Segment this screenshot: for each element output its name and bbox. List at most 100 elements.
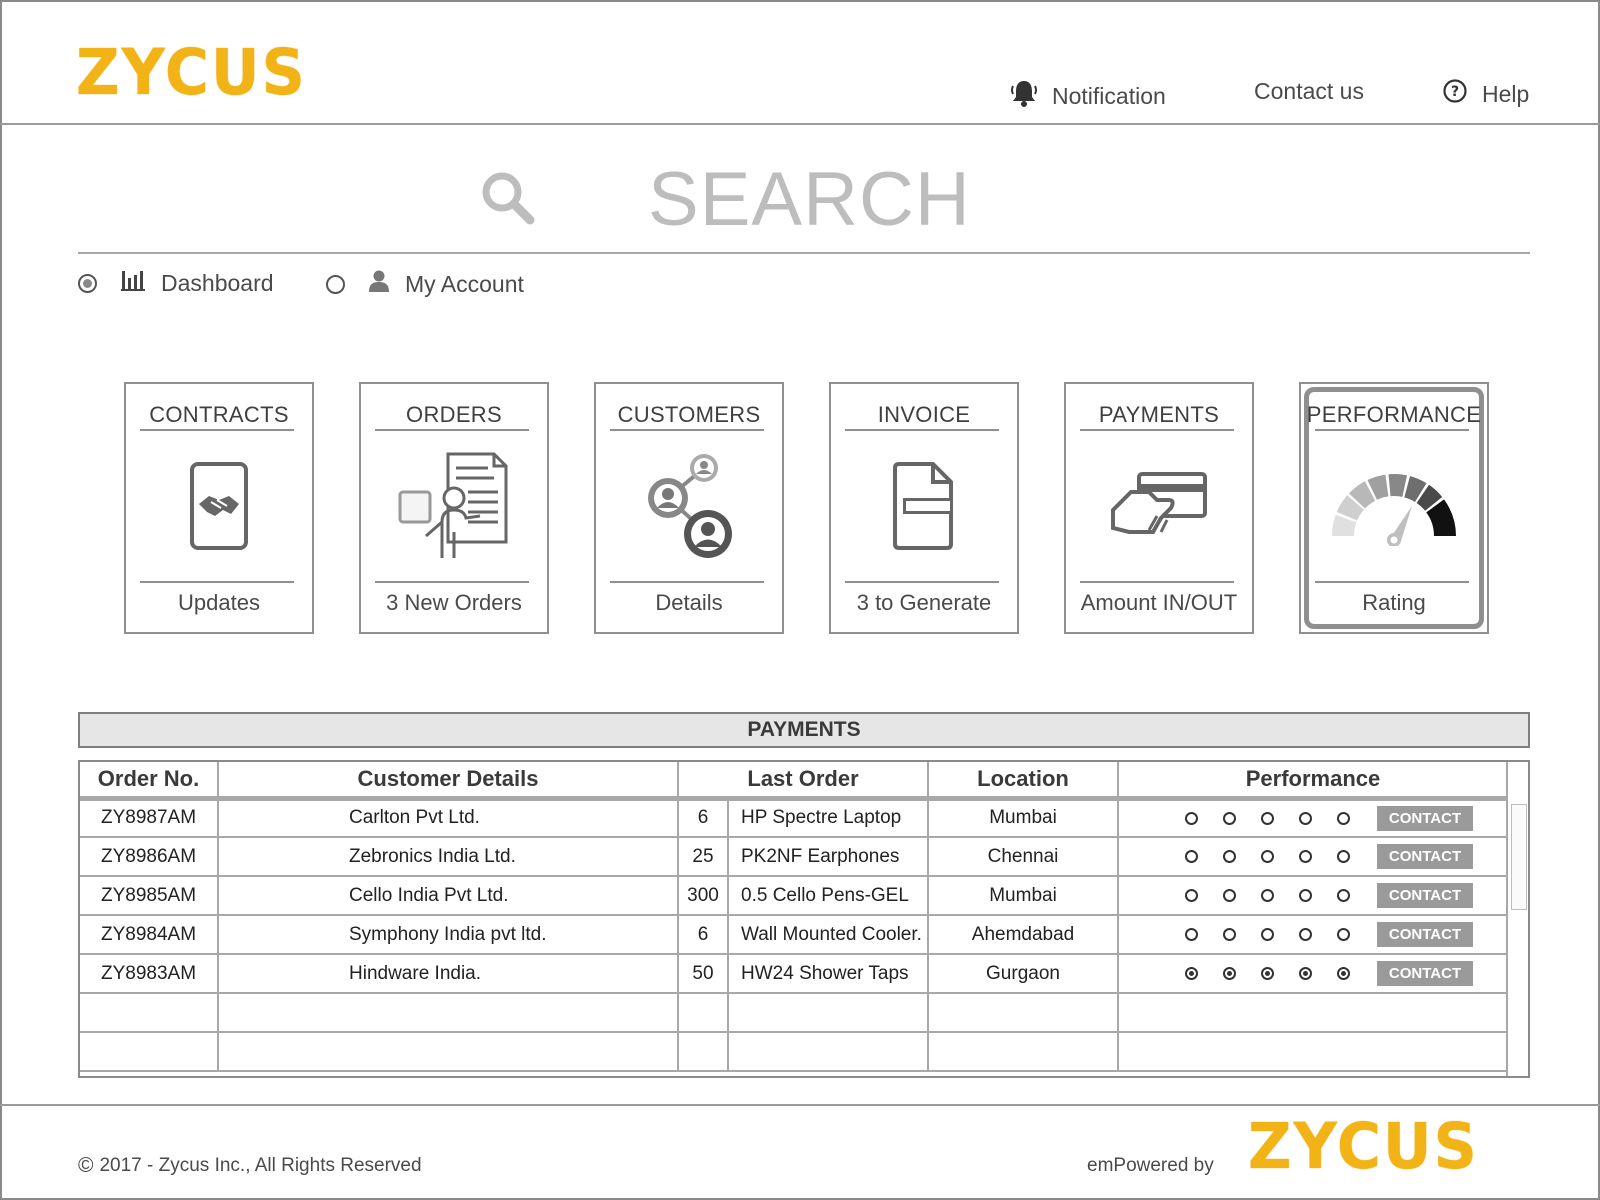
rating-radio[interactable] (1299, 928, 1313, 941)
column-header-location[interactable]: Location (928, 762, 1120, 801)
empty-cell (928, 1032, 1120, 1072)
contact-button[interactable]: CONTACT (1377, 961, 1474, 986)
rating-radio[interactable] (1337, 967, 1351, 980)
notification-link[interactable]: Notification (1010, 78, 1166, 114)
table-scrollbar[interactable] (1506, 762, 1528, 1076)
performance-cell: CONTACT (1118, 798, 1510, 838)
rating-radio[interactable] (1223, 811, 1237, 825)
contact-button[interactable]: CONTACT (1377, 883, 1474, 908)
performance-card[interactable]: PERFORMANCE Rating (1299, 382, 1489, 634)
item-cell: HW24 Shower Taps (728, 954, 930, 994)
card-divider (375, 581, 529, 583)
rating-radio[interactable] (1299, 811, 1313, 825)
help-icon: ? (1442, 78, 1468, 110)
search-icon[interactable] (478, 168, 538, 233)
rating-radio[interactable] (1337, 811, 1351, 825)
rating-radio[interactable] (1223, 889, 1237, 902)
handshake-icon (126, 450, 312, 562)
card-divider (375, 429, 529, 431)
rating-radio[interactable] (1185, 967, 1199, 980)
rating-radio[interactable] (1299, 850, 1313, 863)
location-cell: Mumbai (928, 798, 1120, 838)
quantity-cell: 6 (678, 915, 729, 955)
rating-radio[interactable] (1261, 889, 1275, 902)
empty-cell (728, 993, 930, 1033)
card-subtitle: Updates (178, 590, 260, 615)
column-header-last-order[interactable]: Last Order (678, 762, 930, 801)
quantity-cell: 300 (678, 876, 729, 916)
column-header-performance[interactable]: Performance (1118, 762, 1510, 801)
search-input[interactable]: SEARCH (648, 156, 971, 243)
payments-card[interactable]: PAYMENTS Amount IN/OUT (1064, 382, 1254, 634)
empty-cell (678, 993, 729, 1033)
card-subtitle: Amount IN/OUT (1080, 590, 1238, 615)
item-cell: PK2NF Earphones (728, 837, 930, 877)
card-divider (1080, 581, 1234, 583)
rating-radio[interactable] (1299, 967, 1313, 980)
card-divider (610, 429, 764, 431)
quantity-cell: 6 (678, 798, 729, 838)
contact-button[interactable]: CONTACT (1377, 922, 1474, 947)
card-divider (140, 581, 294, 583)
notification-label: Notification (1052, 82, 1166, 109)
rating-radio[interactable] (1261, 928, 1275, 941)
table-header-row: Order No. Customer Details Last Order Lo… (80, 762, 1510, 801)
table-row: ZY8986AM Zebronics India Ltd. 25 PK2NF Earp… (80, 837, 1510, 877)
dashboard-toggle[interactable]: Dashboard (78, 270, 274, 297)
rating-radio[interactable] (1223, 928, 1237, 941)
performance-cell: CONTACT (1118, 954, 1510, 994)
rating-radio[interactable] (1185, 889, 1199, 902)
location-cell: Mumbai (928, 876, 1120, 916)
contact-us-link[interactable]: Contact us (1254, 78, 1364, 105)
empty-cell (678, 1032, 729, 1072)
help-link[interactable]: ? Help (1442, 78, 1529, 110)
my-account-toggle[interactable]: My Account (326, 270, 524, 298)
rating-radio[interactable] (1337, 850, 1351, 863)
location-cell: Ahemdabad (928, 915, 1120, 955)
customers-card[interactable]: CUSTOMERS Details (594, 382, 784, 634)
contracts-card[interactable]: CONTRACTS Updates (124, 382, 314, 634)
payments-table: Order No. Customer Details Last Order Lo… (78, 760, 1530, 1078)
rating-radio[interactable] (1337, 889, 1351, 902)
column-header-order[interactable]: Order No. (80, 762, 219, 801)
scrollbar-thumb[interactable] (1511, 804, 1527, 910)
invoice-card[interactable]: INVOICE 3 to Generate (829, 382, 1019, 634)
my-account-radio[interactable] (326, 274, 345, 294)
rating-radio[interactable] (1185, 928, 1199, 941)
rating-radio[interactable] (1223, 850, 1237, 863)
column-header-customer[interactable]: Customer Details (218, 762, 679, 801)
item-cell: Wall Mounted Cooler. (728, 915, 930, 955)
customer-cell: Carlton Pvt Ltd. (218, 798, 679, 838)
rating-radio[interactable] (1299, 889, 1313, 902)
card-title: CONTRACTS (149, 402, 289, 427)
empty-cell (218, 1032, 679, 1072)
rating-radio[interactable] (1261, 850, 1275, 863)
rating-radio[interactable] (1223, 967, 1237, 980)
table-row: ZY8983AM Hindware India. 50 HW24 Shower Tap… (80, 954, 1510, 994)
rating-radio[interactable] (1337, 928, 1351, 941)
order-document-icon (361, 450, 547, 562)
copyright: © 2017 - Zycus Inc., All Rights Reserved (78, 1154, 422, 1178)
rating-radio[interactable] (1261, 811, 1275, 825)
table-row: ZY8987AM Carlton Pvt Ltd. 6 HP Spectre Lapt… (80, 798, 1510, 838)
gauge-icon (1301, 450, 1487, 562)
customer-cell: Zebronics India Ltd. (218, 837, 679, 877)
contact-button[interactable]: CONTACT (1377, 844, 1474, 869)
rating-radio[interactable] (1185, 811, 1199, 825)
empty-cell (80, 993, 219, 1033)
card-divider (610, 581, 764, 583)
card-divider (845, 581, 999, 583)
rating-radio[interactable] (1185, 850, 1199, 863)
bell-icon (1010, 78, 1038, 114)
card-divider (1315, 581, 1469, 583)
footer-zycus-logo[interactable]: ZYCUS (1248, 1110, 1479, 1184)
contact-button[interactable]: CONTACT (1377, 805, 1474, 831)
orders-card[interactable]: ORDERS 3 New Orders (359, 382, 549, 634)
zycus-logo[interactable]: ZYCUS (76, 36, 307, 110)
card-payment-icon (1066, 450, 1252, 562)
order-number-cell: ZY8987AM (80, 798, 219, 838)
location-cell: Chennai (928, 837, 1120, 877)
rating-radio[interactable] (1261, 967, 1275, 980)
dashboard-radio[interactable] (78, 274, 97, 293)
empty-cell (1118, 1032, 1510, 1072)
